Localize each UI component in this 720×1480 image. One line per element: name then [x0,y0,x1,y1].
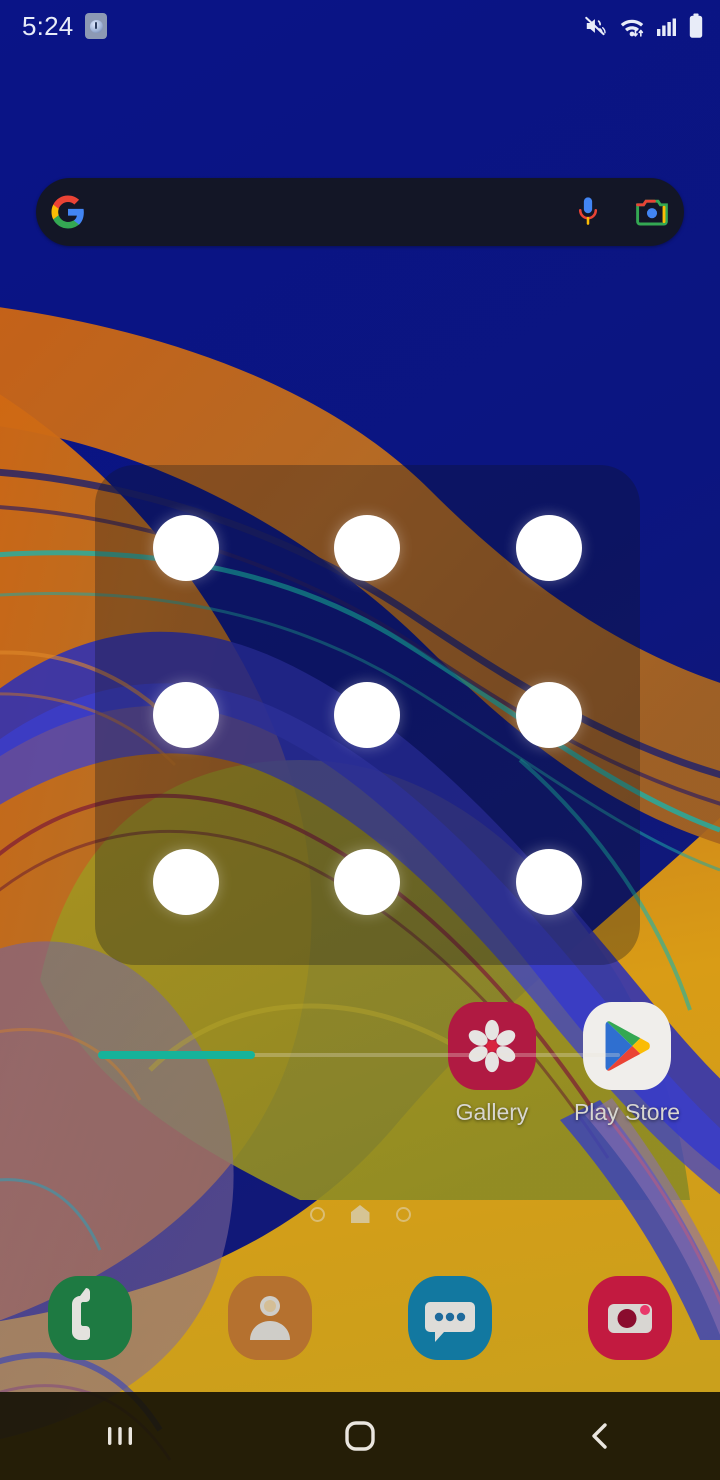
app-gallery-label: Gallery [455,1099,529,1125]
camera-icon [584,1272,676,1364]
messages-icon [404,1272,496,1364]
progress-bar-fill [98,1051,255,1059]
home-icon [345,1421,375,1451]
play-store-icon [583,1002,671,1090]
google-lens-camera-icon[interactable] [620,178,684,246]
navigation-bar [0,1392,720,1480]
wifi-icon [618,13,646,39]
dock-item-phone[interactable] [0,1272,180,1364]
status-bar: 5:24 [0,0,720,52]
phone-icon [44,1272,136,1364]
back-chevron-icon [592,1423,607,1449]
gallery-icon [448,1002,536,1090]
recents-button[interactable] [0,1392,240,1480]
google-search-bar[interactable] [36,178,684,246]
progress-bar[interactable] [98,1051,620,1059]
microphone-icon[interactable] [556,178,620,246]
dock-item-messages[interactable] [360,1272,540,1364]
dock [0,1270,720,1366]
contacts-icon [224,1272,316,1364]
home-button[interactable] [240,1392,480,1480]
pattern-dot-5[interactable] [334,681,401,748]
back-button[interactable] [480,1392,720,1480]
pattern-dot-6[interactable] [516,681,583,748]
status-bar-left: 5:24 [22,10,108,42]
app-play-store-label: Play Store [573,1099,681,1125]
status-bar-right [583,13,704,39]
search-input[interactable] [100,178,556,246]
page-indicator-home[interactable] [350,1205,370,1223]
status-bar-clock: 5:24 [22,10,74,41]
pattern-dot-3[interactable] [516,515,583,582]
page-indicator-dot-3[interactable] [395,1206,411,1222]
pattern-dot-1[interactable] [152,515,219,582]
pattern-dot-2[interactable] [334,515,401,582]
sound-mute-vibrate-icon [583,13,609,39]
pattern-dot-8[interactable] [334,848,401,915]
dock-item-contacts[interactable] [180,1272,360,1364]
pattern-dot-4[interactable] [152,681,219,748]
app-notification-icon[interactable] [85,13,108,39]
recents-icon [108,1427,132,1445]
page-indicator-dot-1[interactable] [309,1206,325,1222]
google-g-logo [36,178,100,246]
pattern-dot-7[interactable] [152,848,219,915]
page-indicator [0,1205,720,1223]
app-play-store[interactable]: Play Store [561,1002,693,1126]
pattern-dot-9[interactable] [516,848,583,915]
pattern-lock-grid[interactable] [95,465,640,965]
cellular-signal-icon [655,14,679,38]
app-gallery[interactable]: Gallery [426,1002,558,1126]
battery-icon [688,13,704,39]
dock-item-camera[interactable] [540,1272,720,1364]
